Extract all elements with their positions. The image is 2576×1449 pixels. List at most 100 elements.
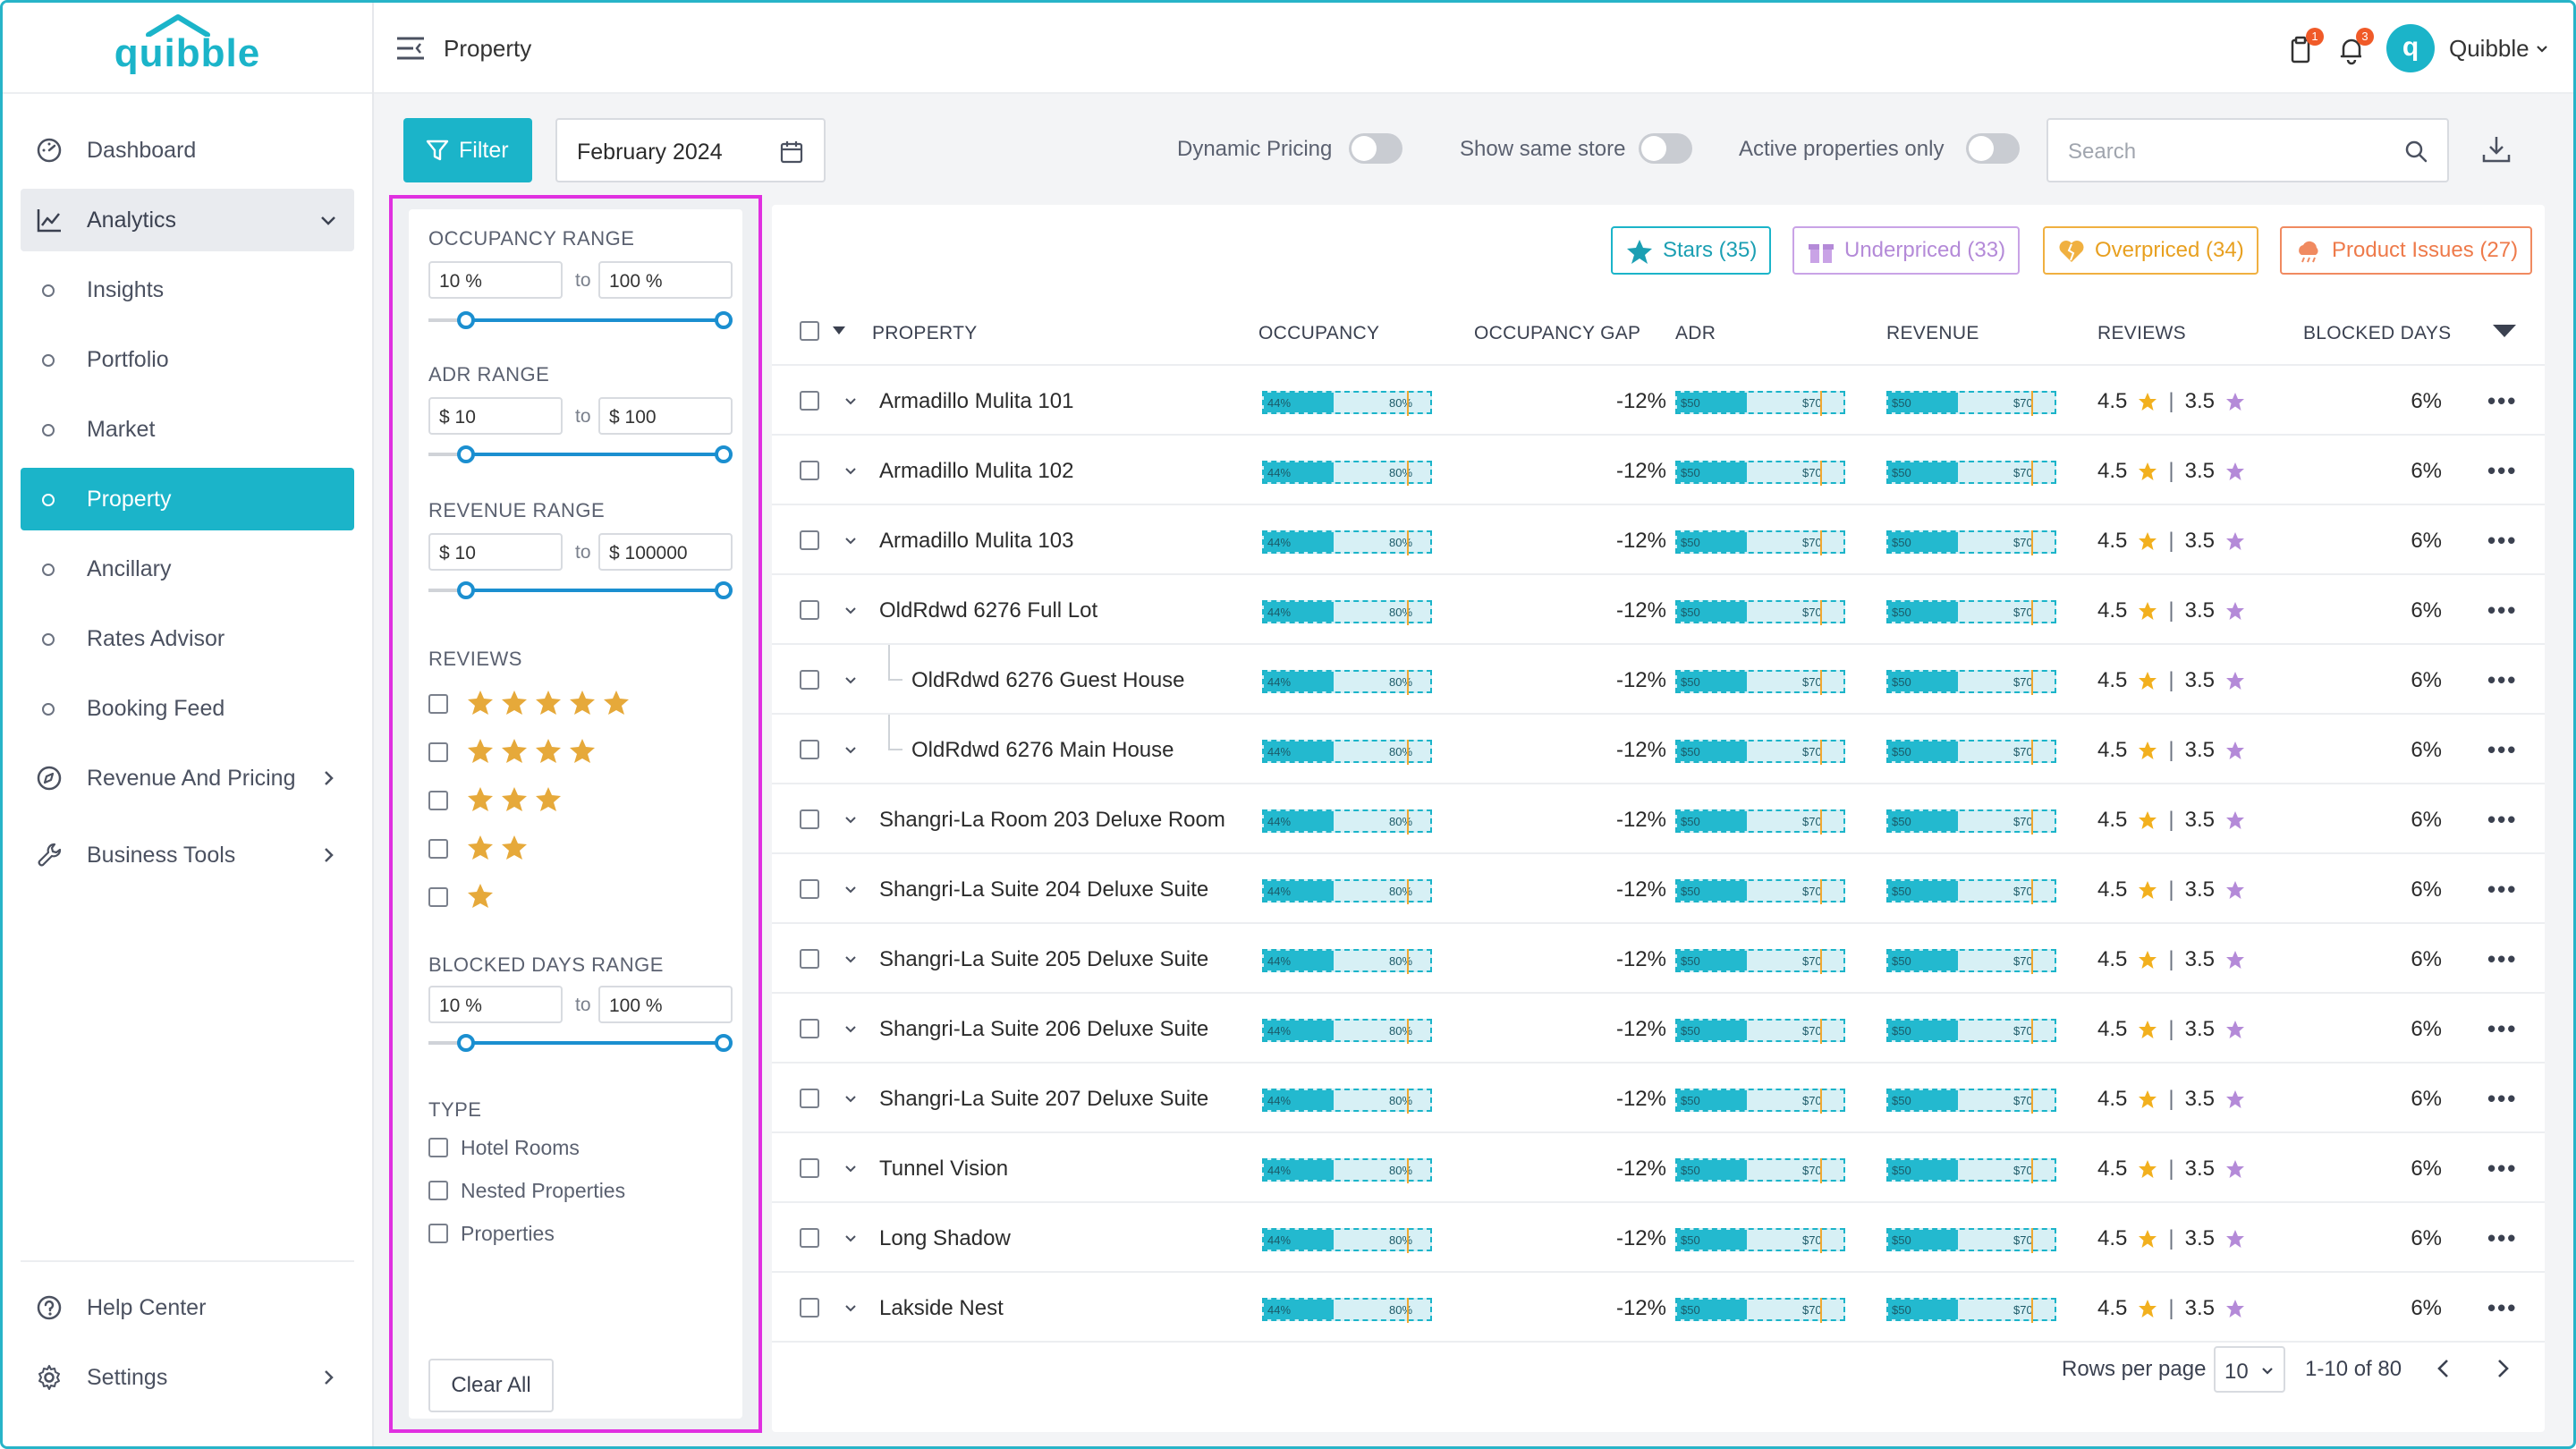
table-row[interactable]: OldRdwd 6276 Main House 44% 80% -12% $50 $70 $…: [772, 715, 2545, 784]
table-row[interactable]: OldRdwd 6276 Guest House 44% 80% -12% $50 $70…: [772, 645, 2545, 715]
slider-max-handle[interactable]: [715, 1034, 733, 1052]
reviews-4-star-checkbox[interactable]: [428, 742, 448, 762]
column-reviews[interactable]: REVIEWS: [2097, 323, 2186, 344]
reviews-2-star-option[interactable]: [466, 834, 529, 862]
more-actions-icon[interactable]: •••: [2487, 1224, 2517, 1252]
month-picker[interactable]: February 2024: [555, 118, 826, 182]
revenue-max-input[interactable]: $ 100000: [598, 533, 733, 571]
notifications-button[interactable]: 3: [2336, 28, 2374, 65]
search-field[interactable]: [2046, 118, 2449, 182]
sidebar-item-market[interactable]: Market: [21, 398, 354, 461]
column-property[interactable]: PROPERTY: [872, 323, 978, 344]
slider-min-handle[interactable]: [457, 581, 475, 599]
sidebar-item-analytics[interactable]: Analytics: [21, 189, 354, 251]
sidebar-item-property[interactable]: Property: [21, 468, 354, 530]
product-issues-chip[interactable]: Product Issues (27): [2280, 226, 2533, 275]
more-actions-icon[interactable]: •••: [2487, 666, 2517, 694]
column-occupancy-gap[interactable]: OCCUPANCY GAP: [1474, 323, 1640, 344]
blocked-min-input[interactable]: 10 %: [428, 986, 563, 1023]
adr-slider[interactable]: [428, 445, 733, 463]
stars-chip[interactable]: Stars (35): [1611, 226, 1772, 275]
reviews-3-star-option[interactable]: [466, 785, 563, 814]
reviews-4-star-option[interactable]: [466, 737, 597, 766]
clipboard-button[interactable]: 1: [2286, 28, 2324, 65]
revenue-slider[interactable]: [428, 581, 733, 599]
chevron-left-icon[interactable]: [2432, 1357, 2455, 1380]
table-row[interactable]: Shangri-La Suite 207 Deluxe Suite 44% 80% -…: [772, 1063, 2545, 1133]
chevron-down-icon[interactable]: [2535, 42, 2549, 56]
revenue-min-input[interactable]: $ 10: [428, 533, 563, 571]
occupancy-slider[interactable]: [428, 311, 733, 329]
sidebar-item-rates-advisor[interactable]: Rates Advisor: [21, 607, 354, 670]
select-all-checkbox[interactable]: [800, 321, 819, 341]
slider-min-handle[interactable]: [457, 311, 475, 329]
reviews-1-star-checkbox[interactable]: [428, 887, 448, 907]
adr-max-input[interactable]: $ 100: [598, 397, 733, 435]
rows-per-page-select[interactable]: 10: [2214, 1346, 2285, 1393]
blocked-max-input[interactable]: 100 %: [598, 986, 733, 1023]
reviews-2-star-checkbox[interactable]: [428, 839, 448, 859]
type-properties-checkbox[interactable]: [428, 1224, 448, 1243]
download-icon[interactable]: [2480, 133, 2512, 165]
user-name[interactable]: Quibble: [2449, 35, 2529, 63]
sidebar-item-portfolio[interactable]: Portfolio: [21, 328, 354, 391]
more-actions-icon[interactable]: •••: [2487, 1294, 2517, 1322]
overpriced-chip[interactable]: Overpriced (34): [2043, 226, 2258, 275]
search-icon[interactable]: [2402, 138, 2429, 165]
caret-down-icon[interactable]: [833, 326, 845, 335]
table-row[interactable]: Shangri-La Room 203 Deluxe Room 44% 80% -12…: [772, 784, 2545, 854]
more-actions-icon[interactable]: •••: [2487, 457, 2517, 485]
occupancy-max-input[interactable]: 100 %: [598, 261, 733, 299]
column-revenue[interactable]: REVENUE: [1886, 323, 1979, 344]
slider-min-handle[interactable]: [457, 1034, 475, 1052]
table-row[interactable]: Shangri-La Suite 206 Deluxe Suite 44% 80% -…: [772, 994, 2545, 1063]
table-row[interactable]: Lakside Nest 44% 80% -12% $50 $70 $50 $70 4.5 | 3.…: [772, 1273, 2545, 1343]
menu-collapse-icon[interactable]: [395, 35, 426, 62]
underpriced-chip[interactable]: Underpriced (33): [1792, 226, 2021, 275]
type-hotel-checkbox[interactable]: [428, 1138, 448, 1157]
more-actions-icon[interactable]: •••: [2487, 1085, 2517, 1113]
type-nested-checkbox[interactable]: [428, 1181, 448, 1200]
brand-logo[interactable]: quibble: [114, 14, 260, 76]
slider-max-handle[interactable]: [715, 581, 733, 599]
column-menu-caret-icon[interactable]: [2493, 323, 2516, 339]
sidebar-item-booking-feed[interactable]: Booking Feed: [21, 677, 354, 740]
more-actions-icon[interactable]: •••: [2487, 1015, 2517, 1043]
avatar[interactable]: q: [2386, 24, 2435, 72]
table-row[interactable]: Tunnel Vision 44% 80% -12% $50 $70 $50 $70 4.5 | 3…: [772, 1133, 2545, 1203]
more-actions-icon[interactable]: •••: [2487, 387, 2517, 415]
more-actions-icon[interactable]: •••: [2487, 736, 2517, 764]
table-row[interactable]: Armadillo Mulita 103 44% 80% -12% $50 $70 $50 $…: [772, 505, 2545, 575]
filter-button[interactable]: Filter: [403, 118, 532, 182]
more-actions-icon[interactable]: •••: [2487, 806, 2517, 834]
sidebar-item-insights[interactable]: Insights: [21, 258, 354, 321]
sidebar-item-revenue-pricing[interactable]: Revenue And Pricing: [21, 747, 354, 809]
sidebar-item-settings[interactable]: Settings: [21, 1346, 354, 1409]
dynamic-pricing-toggle[interactable]: [1349, 133, 1402, 164]
more-actions-icon[interactable]: •••: [2487, 1155, 2517, 1182]
occupancy-min-input[interactable]: 10 %: [428, 261, 563, 299]
sidebar-item-ancillary[interactable]: Ancillary: [21, 538, 354, 600]
sidebar-item-business-tools[interactable]: Business Tools: [21, 824, 354, 886]
sidebar-item-help-center[interactable]: Help Center: [21, 1276, 354, 1339]
reviews-3-star-checkbox[interactable]: [428, 791, 448, 810]
chevron-right-icon[interactable]: [2491, 1357, 2514, 1380]
clear-all-button[interactable]: Clear All: [428, 1359, 554, 1412]
slider-min-handle[interactable]: [457, 445, 475, 463]
slider-max-handle[interactable]: [715, 445, 733, 463]
more-actions-icon[interactable]: •••: [2487, 876, 2517, 903]
table-row[interactable]: Shangri-La Suite 204 Deluxe Suite 44% 80% -…: [772, 854, 2545, 924]
adr-min-input[interactable]: $ 10: [428, 397, 563, 435]
reviews-1-star-option[interactable]: [466, 882, 495, 911]
more-actions-icon[interactable]: •••: [2487, 597, 2517, 624]
blocked-days-slider[interactable]: [428, 1034, 733, 1052]
sidebar-item-dashboard[interactable]: Dashboard: [21, 119, 354, 182]
more-actions-icon[interactable]: •••: [2487, 945, 2517, 973]
column-occupancy[interactable]: OCCUPANCY: [1258, 323, 1379, 344]
column-adr[interactable]: ADR: [1675, 323, 1716, 344]
reviews-5-star-option[interactable]: [466, 689, 631, 717]
table-row[interactable]: Shangri-La Suite 205 Deluxe Suite 44% 80% -…: [772, 924, 2545, 994]
more-actions-icon[interactable]: •••: [2487, 527, 2517, 555]
slider-max-handle[interactable]: [715, 311, 733, 329]
same-store-toggle[interactable]: [1639, 133, 1692, 164]
